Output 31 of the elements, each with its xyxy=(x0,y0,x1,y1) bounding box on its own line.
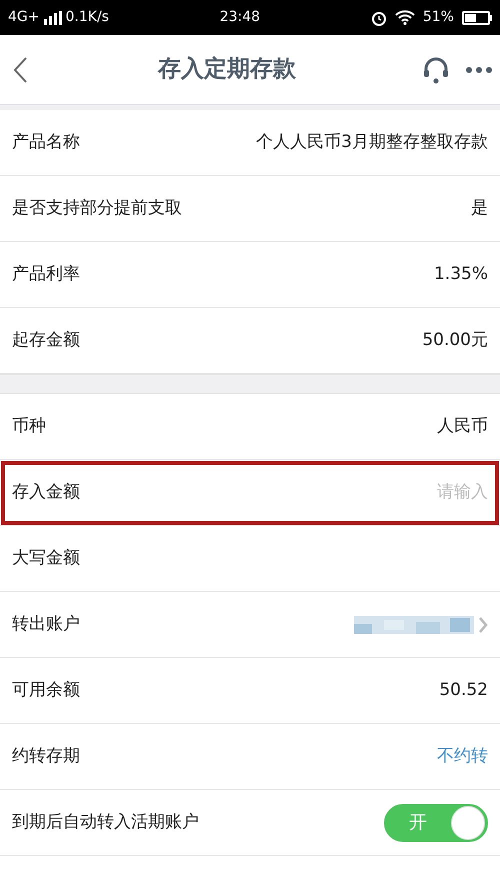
wifi-icon xyxy=(394,10,415,25)
field-label: 转出账户 xyxy=(12,612,80,636)
alarm-icon xyxy=(370,10,387,26)
clock-time: 23:48 xyxy=(220,8,260,27)
field-label: 大写金额 xyxy=(12,546,80,570)
amount-input[interactable]: 请输入 xyxy=(348,480,488,506)
toggle-switch[interactable]: 开 xyxy=(384,804,488,842)
field-label: 存入金额 xyxy=(12,480,80,504)
field-label: 币种 xyxy=(12,414,46,438)
field-label: 约转存期 xyxy=(12,744,80,768)
field-value: 1.35% xyxy=(434,262,488,286)
option-link[interactable]: 不约转 xyxy=(437,744,488,770)
network-type: 4G+ xyxy=(8,8,40,27)
more-icon[interactable] xyxy=(466,66,492,72)
network-speed: 0.1K/s xyxy=(66,8,109,27)
field-label: 产品利率 xyxy=(12,262,80,286)
field-label: 产品名称 xyxy=(12,130,80,154)
field-label: 是否支持部分提前支取 xyxy=(12,196,182,220)
field-value: 50.00元 xyxy=(422,328,488,352)
field-label: 起存金额 xyxy=(12,328,80,352)
field-value: 个人人民币3月期整存整取存款 xyxy=(256,130,488,154)
headset-icon[interactable] xyxy=(422,56,450,84)
field-label: 可用余额 xyxy=(12,678,80,702)
field-value: 是 xyxy=(471,196,488,220)
field-value: 人民币 xyxy=(437,414,488,438)
page-title: 存入定期存款 xyxy=(158,55,296,84)
battery-icon xyxy=(462,10,492,24)
field-value: 50.52 xyxy=(439,678,488,702)
signal-icon xyxy=(44,10,62,24)
battery-percent: 51% xyxy=(422,8,454,27)
field-label: 到期后自动转入活期账户 xyxy=(12,810,199,834)
